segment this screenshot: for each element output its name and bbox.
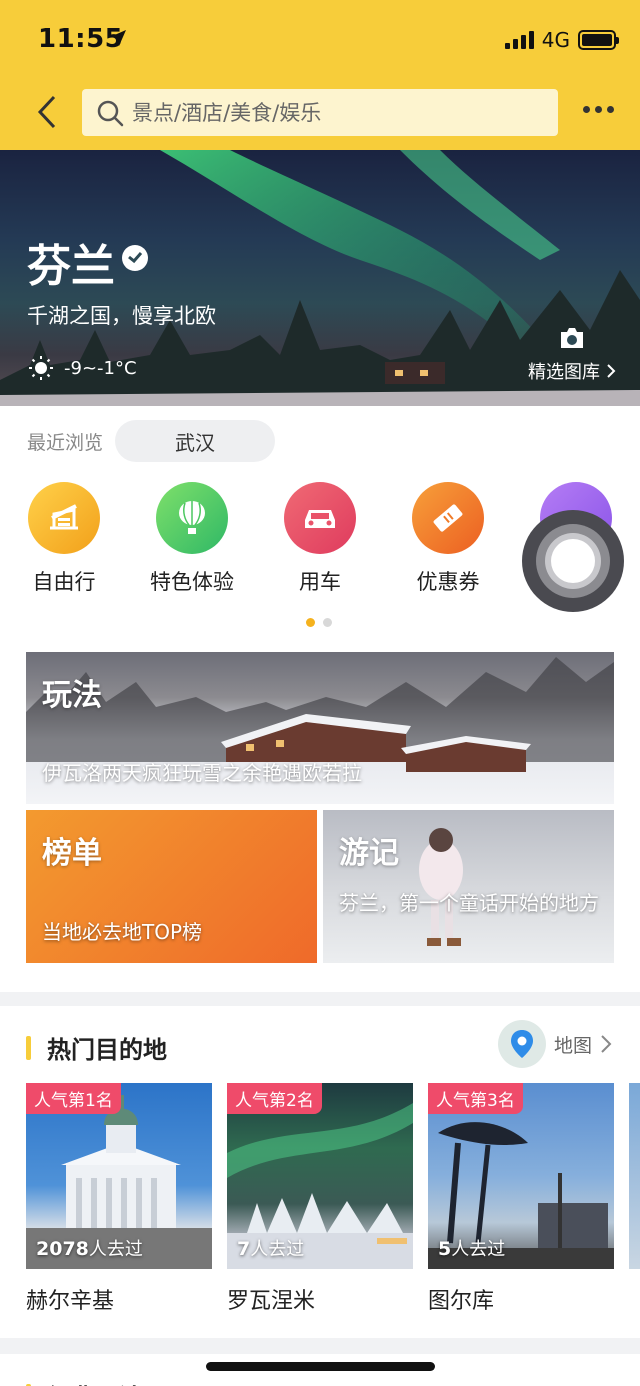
status-icons: 4G	[504, 28, 619, 52]
battery-icon	[578, 30, 619, 50]
balloon-icon	[156, 482, 228, 554]
weather-temp: -9~-1°C	[64, 357, 137, 379]
feature-card-rank[interactable]: 榜单 当地必去地TOP榜	[26, 810, 317, 963]
category-label: 自由行	[32, 570, 96, 594]
destination-card[interactable]: 人气第1名 2078人去过 赫尔辛基	[26, 1083, 212, 1315]
home-indicator[interactable]	[206, 1362, 435, 1371]
chevron-right-icon	[601, 1035, 612, 1053]
destination-image: 人气第3名 5人去过	[428, 1083, 614, 1269]
destination-title: 芬兰	[27, 241, 115, 292]
more-dot-icon	[595, 106, 602, 113]
section-title: 经典玩法	[47, 1378, 143, 1386]
verified-check-icon	[122, 245, 148, 271]
card-title: 游记	[339, 836, 399, 871]
chevron-right-icon	[607, 364, 616, 378]
destination-card-peek[interactable]	[629, 1083, 640, 1269]
destination-name: 赫尔辛基	[26, 1289, 115, 1314]
category-label: 用车	[299, 570, 341, 594]
search-icon	[97, 100, 124, 126]
map-label: 地图	[553, 1034, 592, 1057]
map-pin-icon	[497, 1020, 546, 1068]
back-button[interactable]	[34, 94, 62, 130]
rank-badge: 人气第2名	[227, 1083, 322, 1114]
weather: -9~-1°C	[28, 355, 137, 381]
hero-banner[interactable]: 芬兰 千湖之国，慢享北欧 -9~-1°C 精选图库	[0, 150, 640, 406]
category-label: 特色体验	[150, 570, 234, 594]
section-title: 热门目的地	[47, 1036, 167, 1064]
category-label: 优惠券	[416, 570, 480, 594]
section-header: 热门目的地	[26, 1030, 167, 1065]
sun-icon	[29, 356, 53, 380]
visit-count: 5人去过	[438, 1238, 506, 1260]
category-free-travel[interactable]: 自由行	[9, 482, 119, 596]
category-car[interactable]: 用车	[265, 482, 375, 596]
destination-subtitle: 千湖之国，慢享北欧	[27, 304, 216, 328]
signal-icon	[504, 31, 534, 49]
visit-count: 2078人去过	[36, 1238, 143, 1260]
more-dot-icon	[583, 106, 590, 113]
recent-label: 最近浏览	[27, 431, 104, 454]
search-input[interactable]	[132, 100, 532, 125]
more-dot-icon	[607, 106, 614, 113]
section-accent-bar	[26, 1035, 31, 1060]
card-title: 玩法	[42, 678, 102, 713]
map-link[interactable]: 地图	[497, 1020, 612, 1068]
recent-chip[interactable]: 武汉	[115, 420, 276, 462]
feature-card-travel[interactable]: 游记 芬兰，第一个童话开始的地方	[323, 810, 614, 963]
card-desc: 芬兰，第一个童话开始的地方	[339, 891, 599, 915]
search-bar[interactable]	[82, 89, 558, 136]
category-experience[interactable]: 特色体验	[137, 482, 247, 596]
carousel-dot	[323, 618, 332, 627]
carousel-dot-active	[306, 618, 315, 627]
gallery-link[interactable]: 精选图库	[528, 326, 616, 384]
recent-browse: 最近浏览 武汉	[27, 420, 276, 462]
plane-icon	[28, 482, 100, 554]
car-icon	[284, 482, 356, 554]
section-divider	[0, 1338, 640, 1354]
network-type: 4G	[541, 28, 570, 52]
destination-image	[629, 1083, 640, 1269]
card-title: 榜单	[42, 836, 102, 871]
rank-badge: 人气第1名	[26, 1083, 121, 1114]
destination-card[interactable]: 人气第3名 5人去过 图尔库	[428, 1083, 614, 1315]
section-divider	[0, 992, 640, 1006]
card-desc: 伊瓦洛两天疯狂玩雪之余艳遇欧若拉	[42, 761, 362, 785]
visit-count: 7人去过	[237, 1238, 305, 1260]
assistive-touch-button[interactable]	[522, 510, 624, 612]
destination-card[interactable]: 人气第2名 7人去过 罗瓦涅米	[227, 1083, 413, 1315]
top-bar: 11:55 4G	[0, 0, 640, 150]
more-button[interactable]	[583, 106, 614, 113]
destination-name: 罗瓦涅米	[227, 1289, 316, 1314]
gallery-label: 精选图库	[528, 362, 600, 383]
destination-name: 图尔库	[428, 1289, 495, 1314]
destination-image: 人气第1名 2078人去过	[26, 1083, 212, 1269]
card-desc: 当地必去地TOP榜	[42, 920, 203, 944]
camera-icon	[561, 328, 583, 348]
section-header: 经典玩法	[26, 1378, 143, 1386]
feature-card-play[interactable]: 玩法 伊瓦洛两天疯狂玩雪之余艳遇欧若拉	[26, 652, 614, 804]
carousel-dots	[306, 618, 332, 627]
category-coupon[interactable]: 优惠券	[393, 482, 503, 596]
rank-badge: 人气第3名	[428, 1083, 523, 1114]
ticket-icon	[412, 482, 484, 554]
location-arrow-icon	[110, 30, 126, 46]
destination-image: 人气第2名 7人去过	[227, 1083, 413, 1269]
